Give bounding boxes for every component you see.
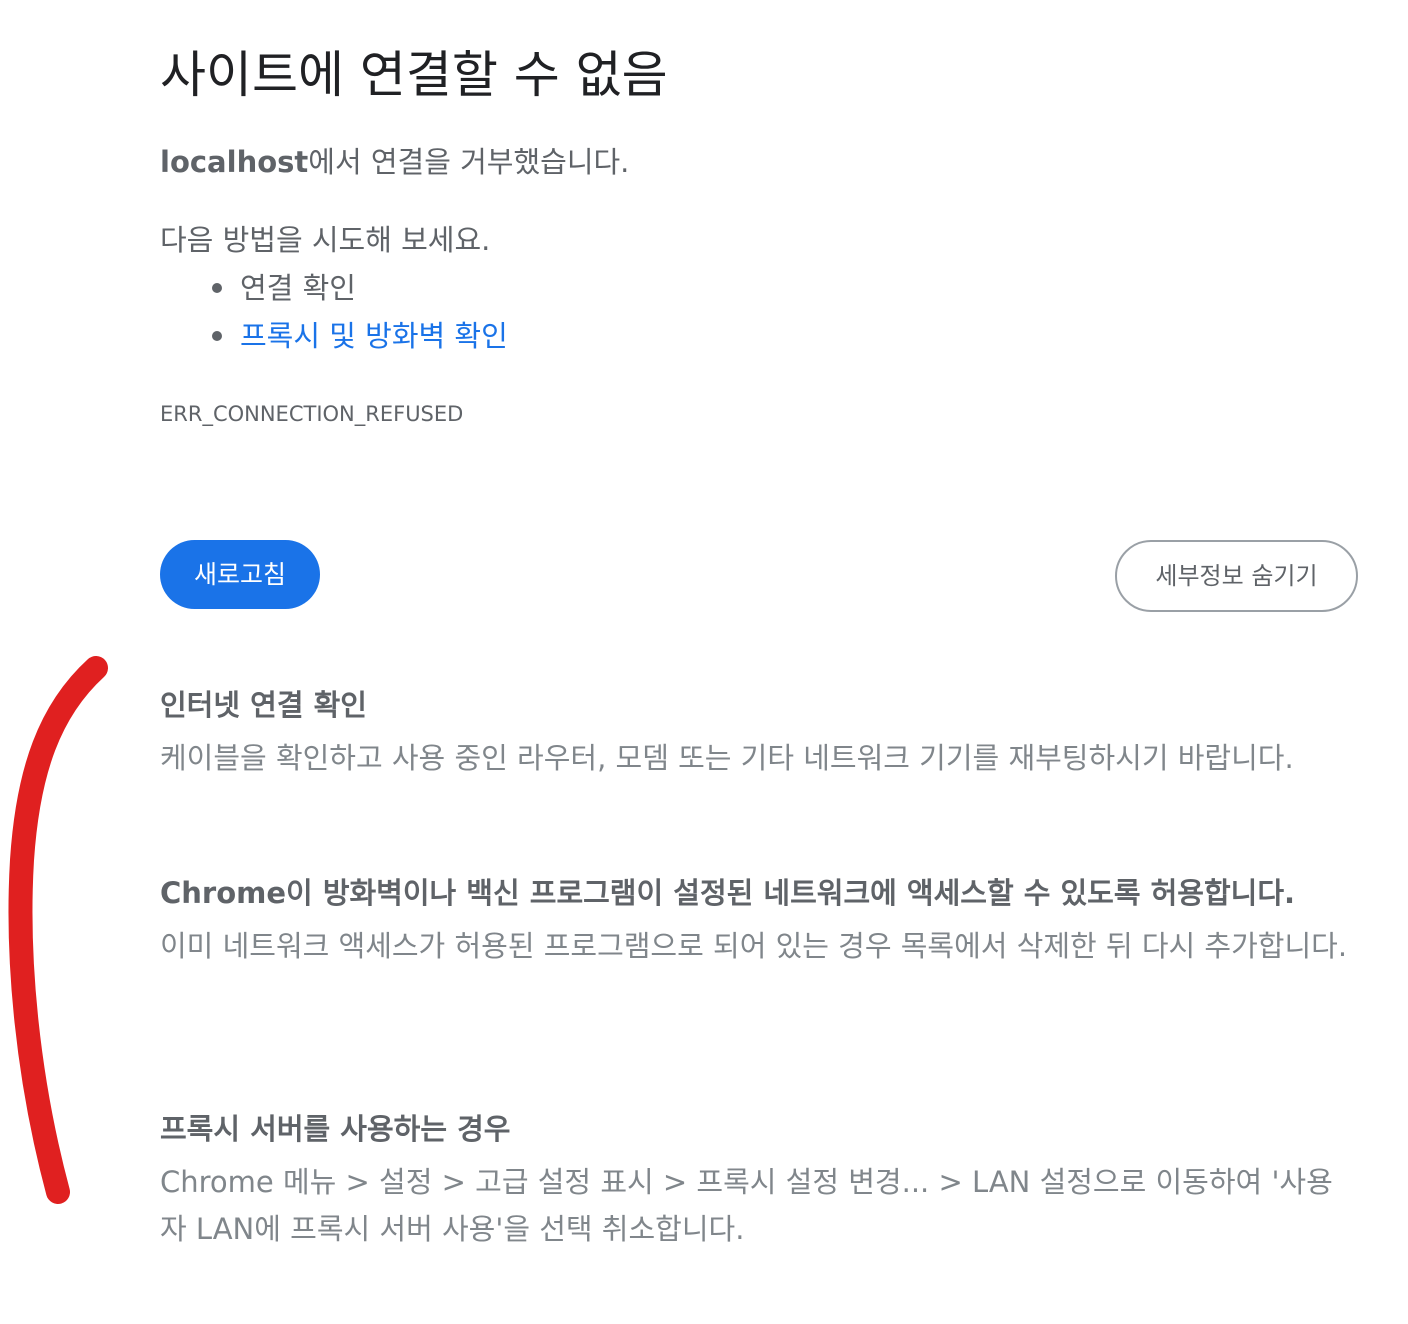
bullet-icon [212, 283, 222, 293]
detail-body: 이미 네트워크 액세스가 허용된 프로그램으로 되어 있는 경우 목록에서 삭제… [160, 929, 1348, 963]
detail-body: Chrome 메뉴 > 설정 > 고급 설정 표시 > 프록시 설정 변경...… [160, 1165, 1333, 1246]
hide-details-button[interactable]: 세부정보 숨기기 [1115, 540, 1358, 612]
detail-proxy-server: 프록시 서버를 사용하는 경우 Chrome 메뉴 > 설정 > 고급 설정 표… [160, 1106, 1350, 1253]
error-summary: localhost에서 연결을 거부했습니다. [160, 140, 629, 184]
suggestions-list: 연결 확인 프록시 및 방화벽 확인 [160, 264, 508, 360]
proxy-firewall-link[interactable]: 프록시 및 방화벽 확인 [240, 319, 508, 353]
reload-button[interactable]: 새로고침 [160, 540, 320, 609]
detail-heading: 프록시 서버를 사용하는 경우 [160, 1112, 511, 1146]
error-summary-text: 에서 연결을 거부했습니다. [308, 145, 630, 179]
detail-firewall-access: Chrome이 방화벽이나 백신 프로그램이 설정된 네트워크에 액세스할 수 … [160, 870, 1350, 970]
page-title: 사이트에 연결할 수 없음 [160, 46, 668, 104]
detail-body: 케이블을 확인하고 사용 중인 라우터, 모뎀 또는 기타 네트워크 기기를 재… [160, 741, 1294, 775]
suggestion-check-proxy-firewall[interactable]: 프록시 및 방화벽 확인 [160, 312, 508, 360]
bullet-icon [212, 331, 222, 341]
suggestion-check-connection: 연결 확인 [160, 264, 508, 312]
suggestions-intro: 다음 방법을 시도해 보세요. [160, 223, 491, 257]
suggestion-label: 연결 확인 [240, 271, 356, 305]
detail-heading: 인터넷 연결 확인 [160, 688, 367, 722]
detail-check-internet: 인터넷 연결 확인 케이블을 확인하고 사용 중인 라우터, 모뎀 또는 기타 … [160, 682, 1350, 782]
error-host: localhost [160, 145, 309, 179]
error-code: ERR_CONNECTION_REFUSED [160, 402, 464, 426]
detail-heading: Chrome이 방화벽이나 백신 프로그램이 설정된 네트워크에 액세스할 수 … [160, 876, 1296, 910]
